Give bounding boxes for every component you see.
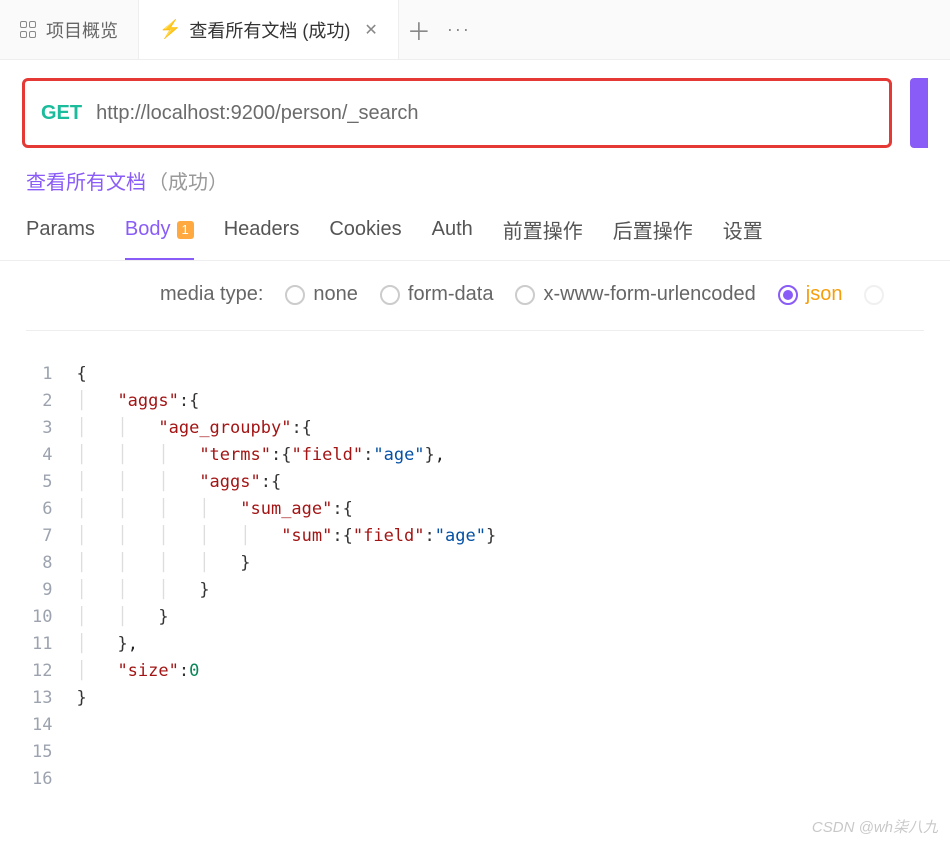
tab-headers[interactable]: Headers [224, 215, 300, 260]
request-box[interactable]: GET http://localhost:9200/person/_search [22, 78, 892, 148]
radio-json[interactable]: json [778, 283, 843, 306]
radio-urlencoded[interactable]: x-www-form-urlencoded [515, 283, 755, 306]
request-row: GET http://localhost:9200/person/_search [22, 78, 928, 148]
request-tabs: Params Body1 Headers Cookies Auth 前置操作 后… [26, 215, 924, 260]
breadcrumb: 查看所有文档 （成功） [26, 166, 924, 195]
tab-active-doc[interactable]: ⚡ 查看所有文档 (成功) ✕ [139, 0, 399, 59]
tab-label: 查看所有文档 (成功) [189, 17, 350, 43]
tab-cookies[interactable]: Cookies [329, 215, 401, 260]
close-icon[interactable]: ✕ [364, 20, 377, 40]
radio-icon [778, 285, 798, 305]
radio-icon [515, 285, 535, 305]
grid-icon [20, 21, 38, 39]
media-label: media type: [160, 283, 263, 306]
tab-settings[interactable]: 设置 [723, 215, 763, 260]
body-badge: 1 [177, 221, 194, 239]
doc-icon: ⚡ [159, 19, 181, 40]
tabs-bar: 项目概览 ⚡ 查看所有文档 (成功) ✕ ＋ ··· [0, 0, 950, 60]
breadcrumb-link[interactable]: 查看所有文档 [26, 166, 146, 195]
media-type-row: media type: none form-data x-www-form-ur… [160, 283, 950, 306]
radio-form-data[interactable]: form-data [380, 283, 494, 306]
divider [0, 260, 950, 261]
radio-icon [285, 285, 305, 305]
radio-extra[interactable] [864, 285, 884, 305]
code-body[interactable]: { │ "aggs":{ │ │ "age_groupby":{ │ │ │ "… [76, 361, 496, 793]
line-gutter: 12345678910111213141516 [26, 361, 76, 793]
watermark: CSDN @wh柒八九 [812, 816, 938, 837]
tab-overview[interactable]: 项目概览 [0, 0, 139, 59]
request-url[interactable]: http://localhost:9200/person/_search [96, 102, 418, 125]
tab-body[interactable]: Body1 [125, 215, 194, 260]
radio-icon [380, 285, 400, 305]
more-tabs-button[interactable]: ··· [439, 19, 479, 40]
breadcrumb-suffix: （成功） [148, 166, 228, 195]
http-method[interactable]: GET [41, 102, 82, 125]
tab-params[interactable]: Params [26, 215, 95, 260]
code-editor[interactable]: 12345678910111213141516 { │ "aggs":{ │ │… [26, 330, 924, 793]
add-tab-button[interactable]: ＋ [399, 12, 439, 47]
tab-post-action[interactable]: 后置操作 [613, 215, 693, 260]
tab-pre-action[interactable]: 前置操作 [503, 215, 583, 260]
tab-label: 项目概览 [46, 17, 118, 43]
radio-none[interactable]: none [285, 283, 358, 306]
radio-icon [864, 285, 884, 305]
tab-auth[interactable]: Auth [432, 215, 473, 260]
send-button[interactable] [910, 78, 928, 148]
